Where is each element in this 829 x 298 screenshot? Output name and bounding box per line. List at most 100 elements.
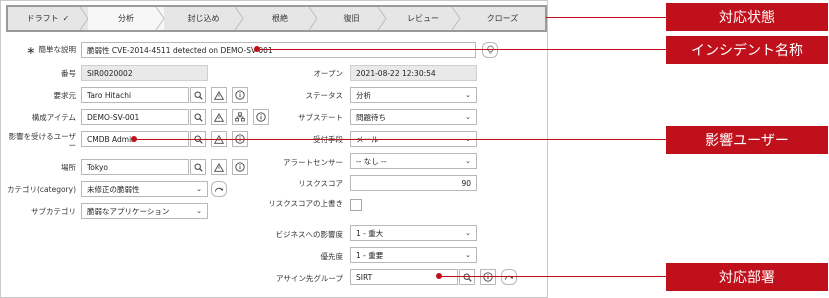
- ci-info-button[interactable]: [253, 109, 269, 125]
- requester-info-button[interactable]: [232, 87, 248, 103]
- priority-select[interactable]: 1 - 重要 ⌄: [350, 247, 477, 263]
- callout-line-department: [440, 276, 668, 277]
- business-impact-select[interactable]: 1 - 重大 ⌄: [350, 225, 477, 241]
- priority-label: 優先度: [320, 252, 344, 261]
- chevron-down-icon: ⌄: [196, 207, 202, 215]
- category-label: カテゴリ(category): [7, 185, 76, 194]
- requester-warning-button[interactable]: [211, 87, 227, 103]
- location-label: 場所: [61, 163, 76, 172]
- assignment-group-value: SIRT: [356, 272, 373, 282]
- requester-input[interactable]: Taro Hitachi: [81, 87, 189, 103]
- callout-line-state: [546, 17, 668, 18]
- stage-closed-label: クローズ: [486, 14, 519, 23]
- assignment-group-search-button[interactable]: [459, 269, 475, 285]
- stage-recovery[interactable]: 復旧: [317, 7, 387, 30]
- stage-analysis-label: 分析: [118, 14, 134, 23]
- opened-label: オープン: [313, 69, 343, 78]
- number-value: SIR0020002: [87, 68, 133, 78]
- ci-input[interactable]: DEMO-SV-001: [81, 109, 189, 125]
- location-search-button[interactable]: [190, 159, 206, 175]
- opened-field: 2021-08-22 12:30:54: [350, 65, 477, 81]
- callout-department: 対応部署: [666, 263, 828, 291]
- short-desc-value: 脆弱性 CVE-2014-4511 detected on DEMO-SV-00…: [87, 45, 273, 55]
- risk-override-checkbox[interactable]: [350, 199, 362, 211]
- callout-incident-name: インシデント名称: [666, 36, 828, 64]
- short-desc-label: ∗ 簡単な説明: [26, 43, 76, 57]
- category-select[interactable]: 未修正の脆弱性 ⌄: [81, 181, 208, 197]
- subcategory-select[interactable]: 脆弱なアプリケーション ⌄: [81, 203, 208, 219]
- process-flow: ドラフト ✓ 分析 封じ込め 根絶 復旧 レビュー クローズ: [6, 5, 547, 32]
- chevron-down-icon: ⌄: [465, 91, 471, 99]
- chevron-down-icon: ⌄: [465, 113, 471, 121]
- short-desc-input[interactable]: 脆弱性 CVE-2014-4511 detected on DEMO-SV-00…: [81, 42, 476, 58]
- substate-value: 問題待ち: [356, 112, 386, 122]
- status-select[interactable]: 分析 ⌄: [350, 87, 477, 103]
- number-label: 番号: [61, 69, 76, 78]
- warning-icon: [214, 90, 224, 100]
- substate-label: サブステート: [298, 113, 343, 122]
- location-info-button[interactable]: [232, 159, 248, 175]
- category-dependency-button[interactable]: [211, 181, 227, 197]
- requester-label: 要求元: [53, 91, 77, 100]
- alert-sensor-value: -- なし --: [356, 156, 387, 166]
- callout-line-incident-name: [258, 49, 668, 50]
- location-input[interactable]: Tokyo: [81, 159, 189, 175]
- incident-form-frame: ドラフト ✓ 分析 封じ込め 根絶 復旧 レビュー クローズ ∗ 簡単な説明 脆…: [0, 0, 548, 298]
- location-value: Tokyo: [87, 162, 108, 172]
- dependency-icon: [505, 275, 514, 280]
- warning-icon: [214, 112, 224, 122]
- check-icon: ✓: [62, 14, 70, 23]
- ci-warning-button[interactable]: [211, 109, 227, 125]
- ci-search-button[interactable]: [190, 109, 206, 125]
- hierarchy-icon: [235, 112, 245, 122]
- requester-search-button[interactable]: [190, 87, 206, 103]
- stage-review-label: レビュー: [407, 14, 439, 23]
- dependency-icon: [215, 187, 224, 192]
- stage-draft-label: ドラフト: [26, 14, 59, 23]
- ci-relationship-button[interactable]: [232, 109, 248, 125]
- risk-score-input[interactable]: 90: [350, 175, 477, 191]
- stage-analysis[interactable]: 分析: [88, 7, 165, 30]
- chevron-down-icon: ⌄: [465, 229, 471, 237]
- stage-containment[interactable]: 封じ込め: [164, 7, 244, 30]
- substate-select[interactable]: 問題待ち ⌄: [350, 109, 477, 125]
- process-flow-track: ドラフト ✓ 分析 封じ込め 根絶 復旧 レビュー クローズ: [8, 7, 545, 30]
- priority-value: 1 - 重要: [356, 250, 384, 260]
- info-icon: [483, 272, 493, 282]
- search-icon: [194, 163, 203, 172]
- required-icon: ∗: [26, 43, 36, 57]
- risk-override-label: リスクスコアの上書き: [268, 199, 343, 208]
- search-icon: [194, 113, 203, 122]
- ci-value: DEMO-SV-001: [87, 112, 140, 122]
- stage-closed[interactable]: クローズ: [460, 7, 545, 30]
- search-icon: [194, 91, 203, 100]
- info-icon: [235, 90, 245, 100]
- assignment-group-info-button[interactable]: [480, 269, 496, 285]
- warning-icon: [214, 162, 224, 172]
- risk-score-label: リスクスコア: [298, 179, 343, 188]
- location-warning-button[interactable]: [211, 159, 227, 175]
- stage-eradication[interactable]: 根絶: [243, 7, 318, 30]
- assignment-group-dependency-button[interactable]: [501, 269, 517, 285]
- search-icon: [463, 273, 472, 282]
- risk-score-value: 90: [461, 178, 471, 188]
- business-impact-label: ビジネスへの影響度: [275, 230, 344, 239]
- stage-draft[interactable]: ドラフト ✓: [8, 7, 89, 30]
- subcategory-label: サブカテゴリ: [31, 207, 76, 216]
- subcategory-value: 脆弱なアプリケーション: [87, 206, 170, 216]
- chevron-down-icon: ⌄: [196, 185, 202, 193]
- requester-value: Taro Hitachi: [87, 90, 132, 100]
- callout-state: 対応状態: [666, 3, 828, 31]
- affected-user-value: CMDB Admin: [87, 134, 136, 144]
- assignment-group-label: アサイン先グループ: [275, 274, 343, 283]
- stage-review[interactable]: レビュー: [386, 7, 461, 30]
- number-field: SIR0020002: [81, 65, 208, 81]
- chevron-down-icon: ⌄: [465, 157, 471, 165]
- suggestion-button[interactable]: [482, 42, 498, 58]
- stage-eradication-label: 根絶: [272, 14, 288, 23]
- ci-label: 構成アイテム: [31, 113, 76, 122]
- stage-recovery-label: 復旧: [343, 14, 360, 23]
- alert-sensor-select[interactable]: -- なし -- ⌄: [350, 153, 477, 169]
- callout-line-affected-user: [135, 139, 668, 140]
- status-value: 分析: [356, 90, 371, 100]
